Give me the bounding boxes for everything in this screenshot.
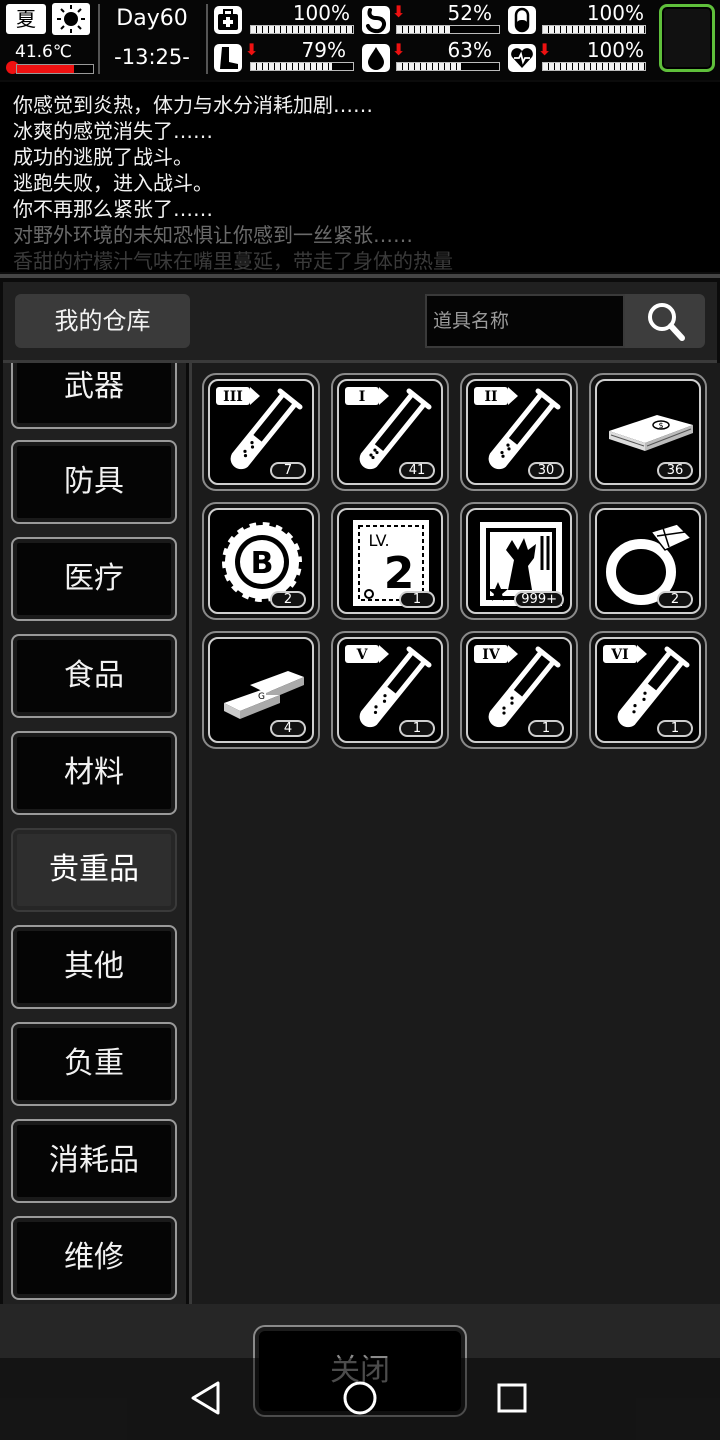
category-valuables[interactable]: 贵重品 xyxy=(13,830,175,910)
tier-label: V xyxy=(356,647,369,663)
tier-label: VI xyxy=(610,647,628,663)
system-nav-bar xyxy=(0,1358,720,1440)
tier-label: I xyxy=(359,389,366,405)
stamina-percent: 79% xyxy=(301,38,346,62)
heart-bar xyxy=(542,62,646,71)
status-bar: 夏 41.6℃ Day60 -13:25- 100% ⬇ 52% 100% ⬇ … xyxy=(0,0,720,80)
category-consumables[interactable]: 消耗品 xyxy=(13,1121,175,1201)
stomach-bar xyxy=(396,25,500,34)
category-other[interactable]: 其他 xyxy=(13,927,175,1007)
tier-label: IV xyxy=(482,647,501,663)
separator xyxy=(206,4,208,74)
item-count: 999+ xyxy=(514,591,564,608)
heart-icon xyxy=(508,44,536,72)
item-count: 36 xyxy=(657,462,693,479)
stamina-leg-icon xyxy=(214,44,242,72)
log-line: 你不再那么紧张了…… xyxy=(13,197,213,221)
item-slot[interactable]: IV 1 xyxy=(460,631,578,749)
item-slot[interactable]: LV. 2 1 xyxy=(331,502,449,620)
recents-icon[interactable] xyxy=(496,1382,528,1414)
stomach-percent: 52% xyxy=(447,1,492,25)
item-count: 2 xyxy=(657,591,693,608)
item-count: 4 xyxy=(270,720,306,737)
message-log: 你感觉到炎热，体力与水分消耗加剧…… 冰爽的感觉消失了…… 成功的逃脱了战斗。 … xyxy=(0,82,720,272)
pill-bar xyxy=(542,25,646,34)
log-line: 冰爽的感觉消失了…… xyxy=(13,119,213,143)
season-label: 夏 xyxy=(16,7,36,31)
temperature-bar xyxy=(16,64,94,74)
search-icon xyxy=(648,303,685,341)
tier-label: II xyxy=(484,389,497,405)
item-slot[interactable]: B 2 xyxy=(202,502,320,620)
item-slot[interactable]: VI 1 xyxy=(589,631,707,749)
pill-icon xyxy=(508,6,536,34)
tier-label: III xyxy=(223,389,243,405)
divider xyxy=(0,274,720,278)
coin-label: B xyxy=(251,546,274,581)
item-count: 1 xyxy=(399,591,435,608)
health-percent: 100% xyxy=(292,1,350,25)
back-icon[interactable] xyxy=(188,1380,224,1416)
item-count: 1 xyxy=(399,720,435,737)
temperature-value: 41.6℃ xyxy=(15,42,72,62)
svg-text:$: $ xyxy=(658,421,663,430)
category-materials[interactable]: 材料 xyxy=(13,733,175,813)
warehouse-title: 我的仓库 xyxy=(15,294,190,348)
log-line: 对野外环境的未知恐惧让你感到一丝紧张…… xyxy=(13,223,413,247)
category-medical[interactable]: 医疗 xyxy=(13,539,175,619)
item-slot[interactable]: II 30 xyxy=(460,373,578,491)
item-count: 1 xyxy=(528,720,564,737)
category-armor[interactable]: 防具 xyxy=(13,442,175,522)
day-label: Day60 xyxy=(116,6,188,31)
item-slot[interactable]: G 4 xyxy=(202,631,320,749)
item-grid: III 7 I 41 II 30 $ 36 B 2 LV. 2 1 999+ 2… xyxy=(189,363,720,1304)
water-percent: 63% xyxy=(447,38,492,62)
home-icon[interactable] xyxy=(342,1380,378,1416)
log-line: 香甜的柠檬汁气味在嘴里蔓延，带走了身体的热量 xyxy=(13,249,453,272)
log-line: 逃跑失败，进入战斗。 xyxy=(13,171,213,195)
health-icon xyxy=(214,6,242,34)
stamina-bar xyxy=(250,62,354,71)
water-drop-icon xyxy=(362,44,390,72)
item-slot[interactable]: $ 36 xyxy=(589,373,707,491)
category-repair[interactable]: 维修 xyxy=(13,1218,175,1298)
log-line: 你感觉到炎热，体力与水分消耗加剧…… xyxy=(13,93,373,117)
item-search-input[interactable] xyxy=(425,294,625,348)
season-badge: 夏 xyxy=(6,4,46,34)
category-sidebar: 武器 防具 医疗 食品 材料 贵重品 其他 负重 消耗品 维修 xyxy=(3,363,186,1304)
item-slot[interactable]: III 7 xyxy=(202,373,320,491)
item-count: 1 xyxy=(657,720,693,737)
warehouse-header: 我的仓库 xyxy=(3,282,717,363)
heart-percent: 100% xyxy=(586,38,644,62)
pill-percent: 100% xyxy=(586,1,644,25)
item-count: 2 xyxy=(270,591,306,608)
item-count: 41 xyxy=(399,462,435,479)
stomach-icon xyxy=(362,6,390,34)
item-count: 30 xyxy=(528,462,564,479)
item-slot[interactable]: 999+ xyxy=(460,502,578,620)
log-line: 成功的逃脱了战斗。 xyxy=(13,145,193,169)
sun-icon xyxy=(52,3,90,35)
character-slot-button[interactable] xyxy=(659,4,715,72)
item-slot[interactable]: 2 xyxy=(589,502,707,620)
item-count: 7 xyxy=(270,462,306,479)
item-slot[interactable]: I 41 xyxy=(331,373,449,491)
search-button[interactable] xyxy=(625,294,705,348)
category-load[interactable]: 负重 xyxy=(13,1024,175,1104)
category-weapons[interactable]: 武器 xyxy=(13,363,175,427)
health-bar xyxy=(250,25,354,34)
time-label: -13:25- xyxy=(114,45,190,69)
svg-text:G: G xyxy=(258,692,265,702)
water-bar xyxy=(396,62,500,71)
item-slot[interactable]: V 1 xyxy=(331,631,449,749)
category-food[interactable]: 食品 xyxy=(13,636,175,716)
